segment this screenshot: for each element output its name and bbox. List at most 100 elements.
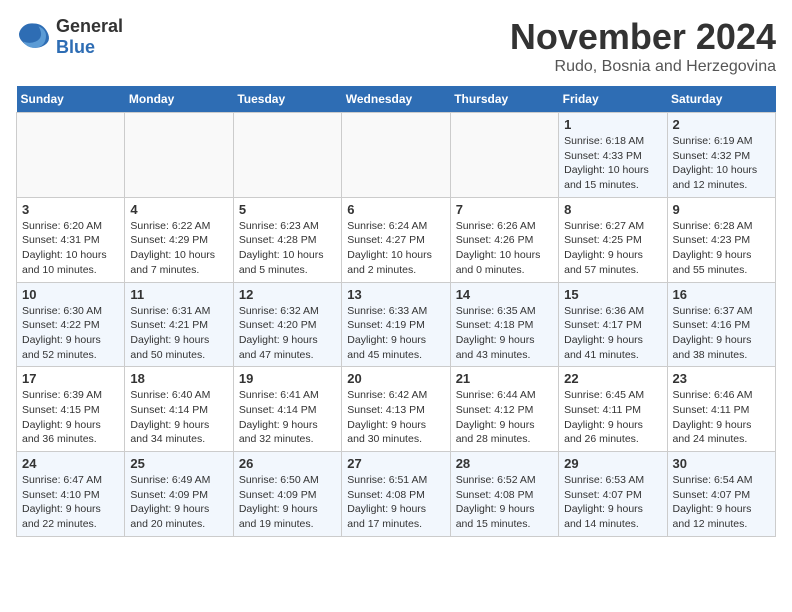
day-number: 25 [130,456,227,471]
calendar-cell: 2 Sunrise: 6:19 AM Sunset: 4:32 PM Daylig… [667,113,775,198]
logo-icon [16,19,52,55]
day-number: 27 [347,456,444,471]
day-info: Sunrise: 6:32 AM Sunset: 4:20 PM Dayligh… [239,304,336,363]
calendar-cell: 30Sunrise: 6:54 AM Sunset: 4:07 PM Dayli… [667,452,775,537]
calendar-cell: 9 Sunrise: 6:28 AM Sunset: 4:23 PM Daylig… [667,197,775,282]
weekday-header-row: SundayMondayTuesdayWednesdayThursdayFrid… [17,86,776,113]
calendar-cell: 27 Sunrise: 6:51 AM Sunset: 4:08 PM Dayli… [342,452,450,537]
logo-text: General Blue [56,16,123,58]
logo: General Blue [16,16,123,58]
calendar-cell: 10 Sunrise: 6:30 AM Sunset: 4:22 PM Dayli… [17,282,125,367]
day-info: Sunrise: 6:53 AM Sunset: 4:07 PM Dayligh… [564,473,661,532]
day-info: Sunrise: 6:51 AM Sunset: 4:08 PM Dayligh… [347,473,444,532]
calendar-cell: 1Sunrise: 6:18 AM Sunset: 4:33 PM Daylig… [559,113,667,198]
day-info: Sunrise: 6:47 AM Sunset: 4:10 PM Dayligh… [22,473,119,532]
day-info: Sunrise: 6:35 AM Sunset: 4:18 PM Dayligh… [456,304,553,363]
title-area: November 2024 Rudo, Bosnia and Herzegovi… [510,16,776,76]
day-info: Sunrise: 6:45 AM Sunset: 4:11 PM Dayligh… [564,388,661,447]
calendar-cell: 21 Sunrise: 6:44 AM Sunset: 4:12 PM Dayli… [450,367,558,452]
day-info: Sunrise: 6:42 AM Sunset: 4:13 PM Dayligh… [347,388,444,447]
day-info: Sunrise: 6:26 AM Sunset: 4:26 PM Dayligh… [456,219,553,278]
calendar-cell: 18 Sunrise: 6:40 AM Sunset: 4:14 PM Dayli… [125,367,233,452]
weekday-header-friday: Friday [559,86,667,113]
calendar-cell: 17 Sunrise: 6:39 AM Sunset: 4:15 PM Dayli… [17,367,125,452]
calendar-cell: 22Sunrise: 6:45 AM Sunset: 4:11 PM Dayli… [559,367,667,452]
calendar-cell: 26Sunrise: 6:50 AM Sunset: 4:09 PM Dayli… [233,452,341,537]
week-row-1: 1Sunrise: 6:18 AM Sunset: 4:33 PM Daylig… [17,113,776,198]
day-info: Sunrise: 6:44 AM Sunset: 4:12 PM Dayligh… [456,388,553,447]
month-title: November 2024 [510,16,776,58]
day-number: 18 [130,371,227,386]
day-info: Sunrise: 6:49 AM Sunset: 4:09 PM Dayligh… [130,473,227,532]
calendar-cell [233,113,341,198]
week-row-2: 3Sunrise: 6:20 AM Sunset: 4:31 PM Daylig… [17,197,776,282]
calendar-cell: 19 Sunrise: 6:41 AM Sunset: 4:14 PM Dayli… [233,367,341,452]
calendar-cell: 8Sunrise: 6:27 AM Sunset: 4:25 PM Daylig… [559,197,667,282]
day-number: 11 [130,287,227,302]
day-info: Sunrise: 6:33 AM Sunset: 4:19 PM Dayligh… [347,304,444,363]
day-number: 23 [673,371,770,386]
day-info: Sunrise: 6:37 AM Sunset: 4:16 PM Dayligh… [673,304,770,363]
calendar-cell: 25 Sunrise: 6:49 AM Sunset: 4:09 PM Dayli… [125,452,233,537]
day-number: 9 [673,202,770,217]
day-info: Sunrise: 6:40 AM Sunset: 4:14 PM Dayligh… [130,388,227,447]
calendar-cell: 23 Sunrise: 6:46 AM Sunset: 4:11 PM Dayli… [667,367,775,452]
day-info: Sunrise: 6:52 AM Sunset: 4:08 PM Dayligh… [456,473,553,532]
day-number: 3 [22,202,119,217]
weekday-header-thursday: Thursday [450,86,558,113]
calendar-cell: 12Sunrise: 6:32 AM Sunset: 4:20 PM Dayli… [233,282,341,367]
weekday-header-sunday: Sunday [17,86,125,113]
day-number: 2 [673,117,770,132]
header: General Blue November 2024 Rudo, Bosnia … [16,16,776,76]
calendar-cell: 28 Sunrise: 6:52 AM Sunset: 4:08 PM Dayli… [450,452,558,537]
calendar-cell: 5 Sunrise: 6:23 AM Sunset: 4:28 PM Daylig… [233,197,341,282]
logo-general-text: General [56,16,123,37]
day-info: Sunrise: 6:24 AM Sunset: 4:27 PM Dayligh… [347,219,444,278]
day-info: Sunrise: 6:30 AM Sunset: 4:22 PM Dayligh… [22,304,119,363]
calendar-cell: 7 Sunrise: 6:26 AM Sunset: 4:26 PM Daylig… [450,197,558,282]
calendar-cell: 24 Sunrise: 6:47 AM Sunset: 4:10 PM Dayli… [17,452,125,537]
day-info: Sunrise: 6:41 AM Sunset: 4:14 PM Dayligh… [239,388,336,447]
logo-blue-text: Blue [56,37,123,58]
day-number: 28 [456,456,553,471]
calendar-cell: 16Sunrise: 6:37 AM Sunset: 4:16 PM Dayli… [667,282,775,367]
day-info: Sunrise: 6:54 AM Sunset: 4:07 PM Dayligh… [673,473,770,532]
week-row-3: 10 Sunrise: 6:30 AM Sunset: 4:22 PM Dayli… [17,282,776,367]
day-number: 21 [456,371,553,386]
day-info: Sunrise: 6:39 AM Sunset: 4:15 PM Dayligh… [22,388,119,447]
day-number: 5 [239,202,336,217]
day-number: 26 [239,456,336,471]
day-number: 24 [22,456,119,471]
day-number: 10 [22,287,119,302]
day-number: 7 [456,202,553,217]
calendar-table: SundayMondayTuesdayWednesdayThursdayFrid… [16,86,776,537]
day-number: 20 [347,371,444,386]
calendar-cell: 13Sunrise: 6:33 AM Sunset: 4:19 PM Dayli… [342,282,450,367]
day-info: Sunrise: 6:28 AM Sunset: 4:23 PM Dayligh… [673,219,770,278]
day-number: 17 [22,371,119,386]
weekday-header-monday: Monday [125,86,233,113]
weekday-header-saturday: Saturday [667,86,775,113]
location: Rudo, Bosnia and Herzegovina [510,58,776,76]
day-number: 1 [564,117,661,132]
day-info: Sunrise: 6:46 AM Sunset: 4:11 PM Dayligh… [673,388,770,447]
day-number: 15 [564,287,661,302]
calendar-cell [342,113,450,198]
day-number: 29 [564,456,661,471]
day-number: 4 [130,202,227,217]
day-info: Sunrise: 6:19 AM Sunset: 4:32 PM Dayligh… [673,134,770,193]
calendar-cell [17,113,125,198]
calendar-cell: 29 Sunrise: 6:53 AM Sunset: 4:07 PM Dayli… [559,452,667,537]
day-number: 19 [239,371,336,386]
day-info: Sunrise: 6:36 AM Sunset: 4:17 PM Dayligh… [564,304,661,363]
calendar-cell [450,113,558,198]
calendar-cell: 14Sunrise: 6:35 AM Sunset: 4:18 PM Dayli… [450,282,558,367]
calendar-cell: 15 Sunrise: 6:36 AM Sunset: 4:17 PM Dayli… [559,282,667,367]
week-row-5: 24 Sunrise: 6:47 AM Sunset: 4:10 PM Dayli… [17,452,776,537]
day-info: Sunrise: 6:27 AM Sunset: 4:25 PM Dayligh… [564,219,661,278]
calendar-cell: 3Sunrise: 6:20 AM Sunset: 4:31 PM Daylig… [17,197,125,282]
calendar-cell: 6Sunrise: 6:24 AM Sunset: 4:27 PM Daylig… [342,197,450,282]
day-info: Sunrise: 6:23 AM Sunset: 4:28 PM Dayligh… [239,219,336,278]
day-info: Sunrise: 6:22 AM Sunset: 4:29 PM Dayligh… [130,219,227,278]
calendar-cell [125,113,233,198]
